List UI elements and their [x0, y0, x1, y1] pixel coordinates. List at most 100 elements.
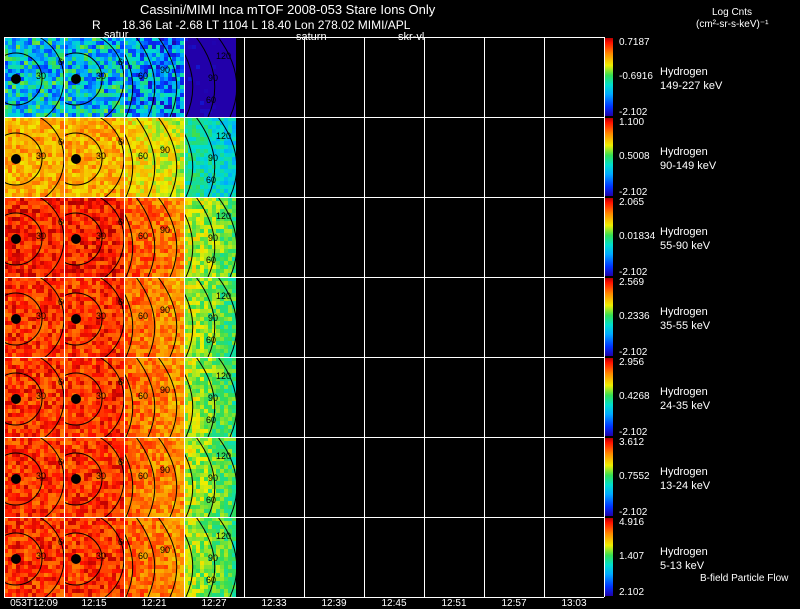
intensity-pixel — [156, 237, 160, 241]
intensity-pixel — [232, 133, 236, 137]
intensity-pixel — [196, 181, 200, 185]
intensity-pixel — [96, 41, 100, 45]
intensity-pixel — [136, 129, 140, 133]
intensity-pixel — [28, 141, 32, 145]
intensity-pixel — [196, 245, 200, 249]
intensity-pixel — [128, 245, 132, 249]
intensity-pixel — [196, 337, 200, 341]
intensity-pixel — [24, 105, 28, 109]
intensity-pixel — [212, 61, 216, 65]
intensity-pixel — [88, 173, 92, 177]
intensity-pixel — [20, 89, 24, 93]
intensity-pixel — [68, 337, 72, 341]
intensity-pixel — [220, 177, 224, 181]
intensity-pixel — [164, 329, 168, 333]
intensity-pixel — [112, 237, 116, 241]
intensity-pixel — [44, 173, 48, 177]
intensity-pixel — [92, 49, 96, 53]
intensity-pixel — [96, 261, 100, 265]
intensity-pixel — [204, 137, 208, 141]
intensity-pixel — [116, 85, 120, 89]
intensity-pixel — [44, 81, 48, 85]
intensity-pixel — [168, 181, 172, 185]
intensity-pixel — [192, 345, 196, 349]
intensity-pixel — [80, 125, 84, 129]
intensity-pixel — [216, 141, 220, 145]
intensity-pixel — [232, 125, 236, 129]
intensity-pixel — [52, 73, 56, 77]
empty-frame — [424, 37, 484, 117]
intensity-pixel — [108, 49, 112, 53]
intensity-pixel — [132, 153, 136, 157]
intensity-pixel — [196, 137, 200, 141]
intensity-pixel — [44, 213, 48, 217]
intensity-pixel — [172, 81, 176, 85]
intensity-pixel — [52, 85, 56, 89]
intensity-pixel — [56, 93, 60, 97]
intensity-pixel — [16, 329, 20, 333]
intensity-pixel — [72, 149, 76, 153]
intensity-pixel — [196, 149, 200, 153]
sky-map-image: 1209060 — [173, 116, 238, 198]
intensity-pixel — [104, 269, 108, 273]
intensity-pixel — [188, 237, 192, 241]
intensity-pixel — [28, 161, 32, 165]
intensity-pixel — [128, 89, 132, 93]
intensity-pixel — [20, 229, 24, 233]
intensity-pixel — [48, 337, 52, 341]
intensity-pixel — [160, 325, 164, 329]
intensity-pixel — [168, 81, 172, 85]
intensity-pixel — [16, 97, 20, 101]
intensity-pixel — [216, 265, 220, 269]
empty-frame — [544, 197, 604, 277]
intensity-pixel — [24, 377, 28, 381]
intensity-pixel — [56, 161, 60, 165]
intensity-pixel — [92, 321, 96, 325]
intensity-pixel — [196, 161, 200, 165]
intensity-pixel — [192, 225, 196, 229]
intensity-pixel — [176, 45, 180, 49]
intensity-pixel — [212, 85, 216, 89]
intensity-pixel — [92, 133, 96, 137]
intensity-pixel — [52, 325, 56, 329]
intensity-pixel — [200, 325, 204, 329]
intensity-pixel — [72, 217, 76, 221]
intensity-pixel — [24, 129, 28, 133]
intensity-pixel — [148, 129, 152, 133]
intensity-pixel — [156, 97, 160, 101]
plot-title: Cassini/MIMI Inca mTOF 2008-053 Stare Io… — [140, 2, 436, 17]
intensity-pixel — [68, 129, 72, 133]
intensity-pixel — [216, 177, 220, 181]
intensity-pixel — [72, 281, 76, 285]
intensity-pixel — [136, 161, 140, 165]
intensity-pixel — [20, 145, 24, 149]
intensity-pixel — [192, 97, 196, 101]
intensity-pixel — [32, 133, 36, 137]
intensity-pixel — [52, 405, 56, 409]
intensity-pixel — [108, 265, 112, 269]
intensity-pixel — [116, 309, 120, 313]
intensity-pixel — [24, 393, 28, 397]
intensity-pixel — [156, 185, 160, 189]
intensity-pixel — [8, 361, 12, 365]
intensity-pixel — [200, 293, 204, 297]
intensity-pixel — [224, 265, 228, 269]
intensity-pixel — [116, 241, 120, 245]
intensity-pixel — [48, 85, 52, 89]
intensity-pixel — [200, 237, 204, 241]
intensity-pixel — [52, 169, 56, 173]
intensity-pixel — [156, 161, 160, 165]
intensity-pixel — [24, 89, 28, 93]
intensity-pixel — [96, 177, 100, 181]
empty-frame — [484, 37, 544, 117]
intensity-pixel — [40, 141, 44, 145]
intensity-pixel — [212, 169, 216, 173]
intensity-pixel — [140, 81, 144, 85]
intensity-pixel — [128, 293, 132, 297]
contour-value-label: 30 — [36, 151, 46, 161]
intensity-pixel — [32, 53, 36, 57]
intensity-pixel — [176, 257, 180, 261]
intensity-pixel — [32, 185, 36, 189]
intensity-pixel — [56, 149, 60, 153]
intensity-pixel — [160, 57, 164, 61]
